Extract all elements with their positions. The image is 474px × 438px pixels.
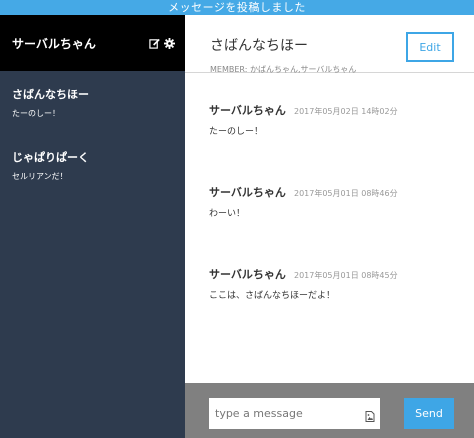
send-button[interactable]: Send xyxy=(404,398,454,429)
message-text: たーのしー！ xyxy=(209,127,264,137)
sidebar: サーバルちゃん さばんなちほー たーのしー！ じゃぱりぱーく セルリアンだ！ xyxy=(0,15,185,438)
edit-room-button[interactable]: Edit xyxy=(406,32,454,62)
room-last-message: セルリアンだ！ xyxy=(12,172,68,181)
sidebar-room-savanna[interactable]: さばんなちほー たーのしー！ xyxy=(0,86,101,119)
room-name: じゃぱりぱーく xyxy=(12,151,89,164)
message-meta: サーバルちゃん 2017年05月01日 08時45分 xyxy=(209,263,398,282)
message-input-wrapper xyxy=(209,398,380,429)
message-meta: サーバルちゃん 2017年05月02日 14時02分 xyxy=(209,99,398,118)
toast-notification: メッセージを投稿しました xyxy=(0,0,474,15)
message-input[interactable] xyxy=(209,398,354,429)
sidebar-room-japari-park[interactable]: じゃぱりぱーく セルリアンだ！ xyxy=(0,149,101,182)
message-item: サーバルちゃん 2017年05月01日 08時46分 わーい！ xyxy=(209,181,398,219)
chat-panel: さばんなちほー MEMBER: かばんちゃん,サーバルちゃん Edit サーバル… xyxy=(185,15,474,438)
room-last-message: たーのしー！ xyxy=(12,109,60,118)
message-item: サーバルちゃん 2017年05月01日 08時45分 ここは、さばんなちほーだよ… xyxy=(209,263,398,301)
message-item: サーバルちゃん 2017年05月02日 14時02分 たーのしー！ xyxy=(209,99,398,137)
message-timestamp: 2017年05月02日 14時02分 xyxy=(293,107,398,116)
message-author: サーバルちゃん xyxy=(209,268,286,281)
sidebar-header: サーバルちゃん xyxy=(0,15,185,71)
message-text: ここは、さばんなちほーだよ！ xyxy=(209,291,336,301)
gear-icon[interactable] xyxy=(164,37,175,49)
user-name: サーバルちゃん xyxy=(12,36,96,51)
room-name: さばんなちほー xyxy=(12,88,89,101)
message-composer: Send xyxy=(185,383,474,438)
message-timestamp: 2017年05月01日 08時45分 xyxy=(293,271,398,280)
member-list: MEMBER: かばんちゃん,サーバルちゃん xyxy=(210,65,357,74)
room-header: さばんなちほー MEMBER: かばんちゃん,サーバルちゃん Edit xyxy=(185,15,474,74)
message-text: わーい！ xyxy=(209,209,246,219)
image-icon[interactable] xyxy=(365,407,375,426)
edit-icon[interactable] xyxy=(149,38,160,49)
message-author: サーバルちゃん xyxy=(209,104,286,117)
message-meta: サーバルちゃん 2017年05月01日 08時46分 xyxy=(209,181,398,200)
sidebar-actions xyxy=(149,37,175,49)
message-author: サーバルちゃん xyxy=(209,186,286,199)
message-timestamp: 2017年05月01日 08時46分 xyxy=(293,189,398,198)
